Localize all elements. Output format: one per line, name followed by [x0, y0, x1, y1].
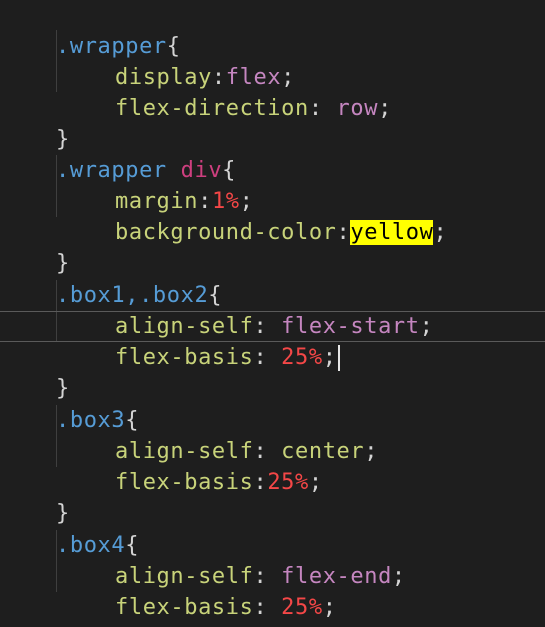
code-line-current[interactable]: flex-basis: 25%; [0, 311, 545, 371]
code-line[interactable]: flex-basis:25%; [0, 436, 545, 495]
code-line[interactable]: .box4{ [0, 499, 545, 558]
code-line[interactable]: .wrapper{ [0, 0, 545, 59]
code-line[interactable]: } [0, 342, 545, 401]
code-line[interactable]: align-self: flex-end; [0, 530, 545, 589]
code-line[interactable]: .box3{ [0, 374, 545, 433]
code-line[interactable]: align-self: center; [0, 405, 545, 464]
code-line[interactable]: display:flex; [0, 31, 545, 90]
code-line[interactable]: flex-direction: row; [0, 62, 545, 121]
code-line[interactable]: } [0, 467, 545, 526]
code-line[interactable]: background-color:yellow; [0, 186, 545, 245]
code-line[interactable]: } [0, 217, 545, 276]
code-line[interactable]: flex-basis: 25%; [0, 561, 545, 620]
code-line[interactable]: .wrapper div{ [0, 124, 545, 183]
code-line[interactable]: align-self: flex-start; [0, 280, 545, 339]
code-line[interactable]: .box1,.box2{ [0, 249, 545, 308]
code-editor[interactable]: .wrapper{ display:flex; flex-direction: … [0, 0, 545, 627]
code-line[interactable]: margin:1%; [0, 155, 545, 214]
code-line[interactable]: } [0, 592, 545, 627]
code-line[interactable]: } [0, 93, 545, 152]
